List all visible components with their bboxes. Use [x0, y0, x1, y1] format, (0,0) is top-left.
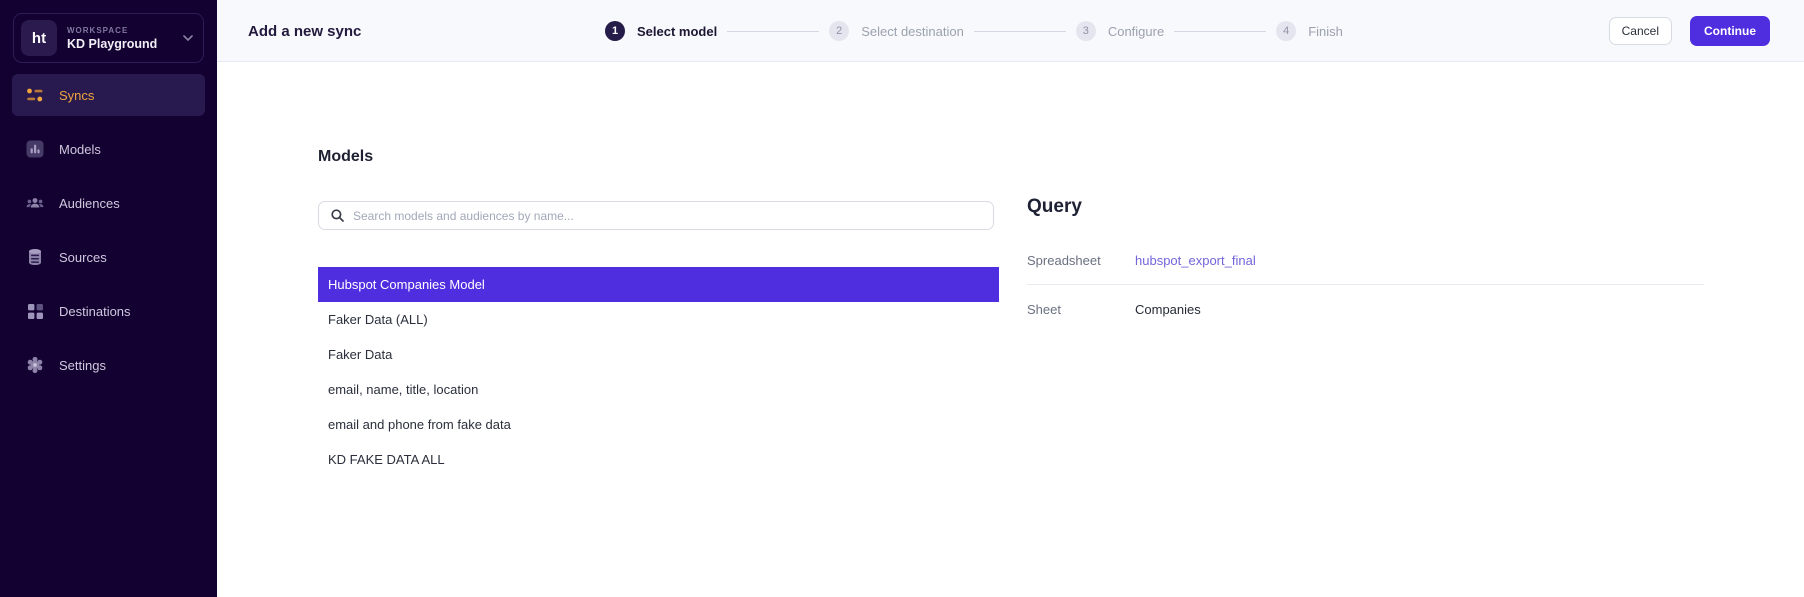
workspace-selector[interactable]: ht WORKSPACE KD Playground	[13, 13, 204, 63]
query-row-label: Sheet	[1027, 302, 1135, 317]
query-row-label: Spreadsheet	[1027, 253, 1135, 268]
workspace-name: KD Playground	[67, 37, 183, 51]
syncs-icon	[26, 86, 44, 104]
models-heading: Models	[318, 148, 373, 166]
models-icon	[26, 140, 44, 158]
step-label: Select destination	[861, 24, 964, 39]
sidebar-item-settings[interactable]: Settings	[12, 344, 205, 386]
step-number: 3	[1076, 21, 1096, 41]
query-row-value: Companies	[1135, 302, 1201, 317]
model-list-item[interactable]: Faker Data (ALL)	[318, 302, 999, 337]
sidebar-item-label: Settings	[59, 358, 106, 373]
sidebar-item-label: Models	[59, 142, 101, 157]
query-panel: Query Spreadsheet hubspot_export_final S…	[1027, 196, 1704, 334]
spreadsheet-link[interactable]: hubspot_export_final	[1135, 253, 1256, 268]
query-heading: Query	[1027, 196, 1704, 218]
step-connector	[727, 31, 819, 32]
model-list-item[interactable]: KD FAKE DATA ALL	[318, 442, 999, 477]
sidebar-item-sources[interactable]: Sources	[12, 236, 205, 278]
cancel-button[interactable]: Cancel	[1609, 17, 1672, 45]
sidebar-item-label: Syncs	[59, 88, 94, 103]
step-select-destination[interactable]: 2 Select destination	[829, 21, 964, 41]
model-list-item[interactable]: email and phone from fake data	[318, 407, 999, 442]
sidebar-item-label: Sources	[59, 250, 107, 265]
sidebar-item-destinations[interactable]: Destinations	[12, 290, 205, 332]
step-connector	[1174, 31, 1266, 32]
query-row-spreadsheet: Spreadsheet hubspot_export_final	[1027, 236, 1704, 285]
step-connector	[974, 31, 1066, 32]
header-actions: Cancel Continue	[1609, 0, 1770, 62]
sidebar-item-models[interactable]: Models	[12, 128, 205, 170]
query-rows: Spreadsheet hubspot_export_final Sheet C…	[1027, 236, 1704, 334]
model-list-item[interactable]: Hubspot Companies Model	[318, 267, 999, 302]
gear-icon	[26, 356, 44, 374]
step-label: Configure	[1108, 24, 1164, 39]
hightouch-logo: ht	[21, 20, 57, 56]
query-row-sheet: Sheet Companies	[1027, 285, 1704, 334]
step-label: Select model	[637, 24, 717, 39]
sidebar-item-label: Destinations	[59, 304, 131, 319]
header: Add a new sync 1 Select model 2 Select d…	[217, 0, 1804, 62]
search-input-wrapper	[318, 201, 994, 230]
workspace-text: WORKSPACE KD Playground	[67, 26, 183, 51]
stepper: 1 Select model 2 Select destination 3 Co…	[605, 0, 1343, 62]
destinations-icon	[26, 302, 44, 320]
step-label: Finish	[1308, 24, 1343, 39]
workspace-label: WORKSPACE	[67, 26, 183, 35]
search-icon	[331, 209, 344, 222]
step-number: 2	[829, 21, 849, 41]
sidebar: ht WORKSPACE KD Playground Sy	[0, 0, 217, 597]
page-title: Add a new sync	[248, 0, 361, 62]
sidebar-item-syncs[interactable]: Syncs	[12, 74, 205, 116]
sources-icon	[26, 248, 44, 266]
step-select-model[interactable]: 1 Select model	[605, 21, 717, 41]
chevron-down-icon	[183, 35, 193, 42]
step-number: 4	[1276, 21, 1296, 41]
main-content: Models Hubspot Companies Model Faker Dat…	[217, 62, 1804, 597]
sidebar-nav: Syncs Models	[0, 74, 217, 398]
step-number: 1	[605, 21, 625, 41]
step-finish[interactable]: 4 Finish	[1276, 21, 1343, 41]
sidebar-item-audiences[interactable]: Audiences	[12, 182, 205, 224]
search-input[interactable]	[353, 209, 983, 223]
app-root: ht WORKSPACE KD Playground Sy	[0, 0, 1804, 597]
model-list: Hubspot Companies Model Faker Data (ALL)…	[318, 267, 999, 477]
model-list-item[interactable]: Faker Data	[318, 337, 999, 372]
audiences-icon	[26, 194, 44, 212]
step-configure[interactable]: 3 Configure	[1076, 21, 1164, 41]
model-list-item[interactable]: email, name, title, location	[318, 372, 999, 407]
continue-button[interactable]: Continue	[1690, 16, 1770, 46]
sidebar-item-label: Audiences	[59, 196, 120, 211]
